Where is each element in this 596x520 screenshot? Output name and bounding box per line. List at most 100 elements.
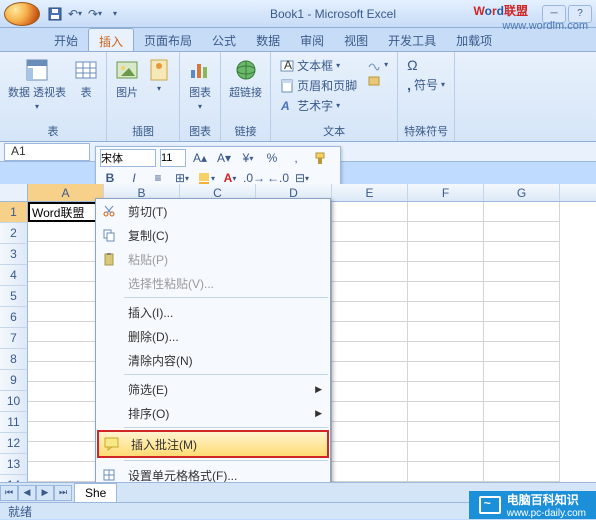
cell[interactable]: [484, 362, 560, 382]
comma-style-icon[interactable]: ,: [286, 149, 306, 167]
col-header-E[interactable]: E: [332, 184, 408, 201]
textbox-button[interactable]: A文本框 ▾: [277, 56, 360, 75]
wordart-button[interactable]: A艺术字 ▾: [277, 96, 360, 115]
row-header-9[interactable]: 9: [0, 370, 28, 391]
header-footer-button[interactable]: 页眉和页脚: [277, 76, 360, 95]
ctx-filter[interactable]: 筛选(E)▶: [96, 377, 330, 401]
cell[interactable]: [332, 422, 408, 442]
cell[interactable]: [408, 242, 484, 262]
ctx-delete[interactable]: 删除(D)...: [96, 324, 330, 348]
cell[interactable]: [28, 282, 104, 302]
tab-data[interactable]: 数据: [246, 28, 290, 51]
cell[interactable]: [332, 402, 408, 422]
ctx-sort[interactable]: 排序(O)▶: [96, 401, 330, 425]
row-header-2[interactable]: 2: [0, 223, 28, 244]
decrease-font-icon[interactable]: A▾: [214, 149, 234, 167]
clipart-button[interactable]: ▾: [145, 56, 173, 95]
cell[interactable]: [484, 382, 560, 402]
cell[interactable]: [484, 462, 560, 482]
cell[interactable]: [332, 242, 408, 262]
cell[interactable]: [408, 302, 484, 322]
cell[interactable]: [28, 462, 104, 482]
select-all-button[interactable]: [0, 184, 28, 202]
accounting-format-icon[interactable]: ¥▾: [238, 149, 258, 167]
qat-undo-icon[interactable]: ↶▾: [66, 5, 84, 23]
mini-size-select[interactable]: [160, 149, 186, 167]
col-header-A[interactable]: A: [28, 184, 104, 201]
tab-review[interactable]: 审阅: [290, 28, 334, 51]
cell[interactable]: [484, 262, 560, 282]
cell[interactable]: [484, 322, 560, 342]
name-box[interactable]: A1: [4, 143, 90, 161]
chart-button[interactable]: 图表▾: [186, 56, 214, 113]
cell[interactable]: [484, 342, 560, 362]
cell[interactable]: [332, 262, 408, 282]
cell[interactable]: [484, 422, 560, 442]
cell[interactable]: [332, 442, 408, 462]
sheet-nav-next[interactable]: ▶: [36, 485, 54, 501]
tab-layout[interactable]: 页面布局: [134, 28, 202, 51]
row-header-4[interactable]: 4: [0, 265, 28, 286]
tab-insert[interactable]: 插入: [88, 28, 134, 51]
cell[interactable]: [28, 242, 104, 262]
comma-button[interactable]: ,符号 ▾: [404, 75, 448, 94]
picture-button[interactable]: 图片: [113, 56, 141, 102]
object-button[interactable]: [364, 73, 391, 89]
ctx-insert-comment[interactable]: 插入批注(M): [97, 430, 329, 458]
cell[interactable]: [408, 422, 484, 442]
cell[interactable]: [28, 342, 104, 362]
cell[interactable]: [332, 282, 408, 302]
increase-font-icon[interactable]: A▴: [190, 149, 210, 167]
cell[interactable]: [484, 282, 560, 302]
sheet-tab[interactable]: She: [74, 483, 117, 502]
sheet-nav-last[interactable]: ⏭: [54, 485, 72, 501]
col-header-F[interactable]: F: [408, 184, 484, 201]
ctx-cut[interactable]: 剪切(T): [96, 199, 330, 223]
qat-save-icon[interactable]: [46, 5, 64, 23]
row-header-3[interactable]: 3: [0, 244, 28, 265]
tab-view[interactable]: 视图: [334, 28, 378, 51]
signature-button[interactable]: ▾: [364, 56, 391, 72]
cell[interactable]: [408, 282, 484, 302]
format-painter-icon[interactable]: [310, 149, 330, 167]
ctx-clear[interactable]: 清除内容(N): [96, 348, 330, 372]
cell[interactable]: [484, 222, 560, 242]
cell[interactable]: [408, 342, 484, 362]
tab-formula[interactable]: 公式: [202, 28, 246, 51]
sheet-nav-prev[interactable]: ◀: [18, 485, 36, 501]
cell[interactable]: [408, 382, 484, 402]
cell[interactable]: Word联盟: [28, 202, 104, 222]
hyperlink-button[interactable]: 超链接: [227, 56, 264, 102]
ctx-paste-special[interactable]: 选择性粘贴(V)...: [96, 271, 330, 295]
ctx-paste[interactable]: 粘贴(P): [96, 247, 330, 271]
col-header-G[interactable]: G: [484, 184, 560, 201]
sheet-nav-first[interactable]: ⏮: [0, 485, 18, 501]
ctx-copy[interactable]: 复制(C): [96, 223, 330, 247]
cell[interactable]: [28, 442, 104, 462]
cell[interactable]: [484, 402, 560, 422]
cell[interactable]: [28, 322, 104, 342]
cell[interactable]: [484, 442, 560, 462]
cell[interactable]: [408, 462, 484, 482]
cell[interactable]: [28, 302, 104, 322]
row-header-1[interactable]: 1: [0, 202, 28, 223]
qat-more-icon[interactable]: ▾: [106, 5, 124, 23]
cell[interactable]: [28, 402, 104, 422]
row-header-11[interactable]: 11: [0, 412, 28, 433]
tab-addin[interactable]: 加载项: [446, 28, 502, 51]
cell[interactable]: [332, 342, 408, 362]
cell[interactable]: [484, 202, 560, 222]
cell[interactable]: [332, 322, 408, 342]
row-header-13[interactable]: 13: [0, 454, 28, 475]
row-header-12[interactable]: 12: [0, 433, 28, 454]
pivot-table-button[interactable]: 数据 透视表▾: [6, 56, 68, 113]
office-button[interactable]: [4, 2, 40, 26]
row-header-10[interactable]: 10: [0, 391, 28, 412]
tab-home[interactable]: 开始: [44, 28, 88, 51]
cell[interactable]: [332, 222, 408, 242]
cell[interactable]: [28, 362, 104, 382]
cell[interactable]: [408, 402, 484, 422]
cell[interactable]: [28, 222, 104, 242]
cell[interactable]: [28, 422, 104, 442]
tab-dev[interactable]: 开发工具: [378, 28, 446, 51]
